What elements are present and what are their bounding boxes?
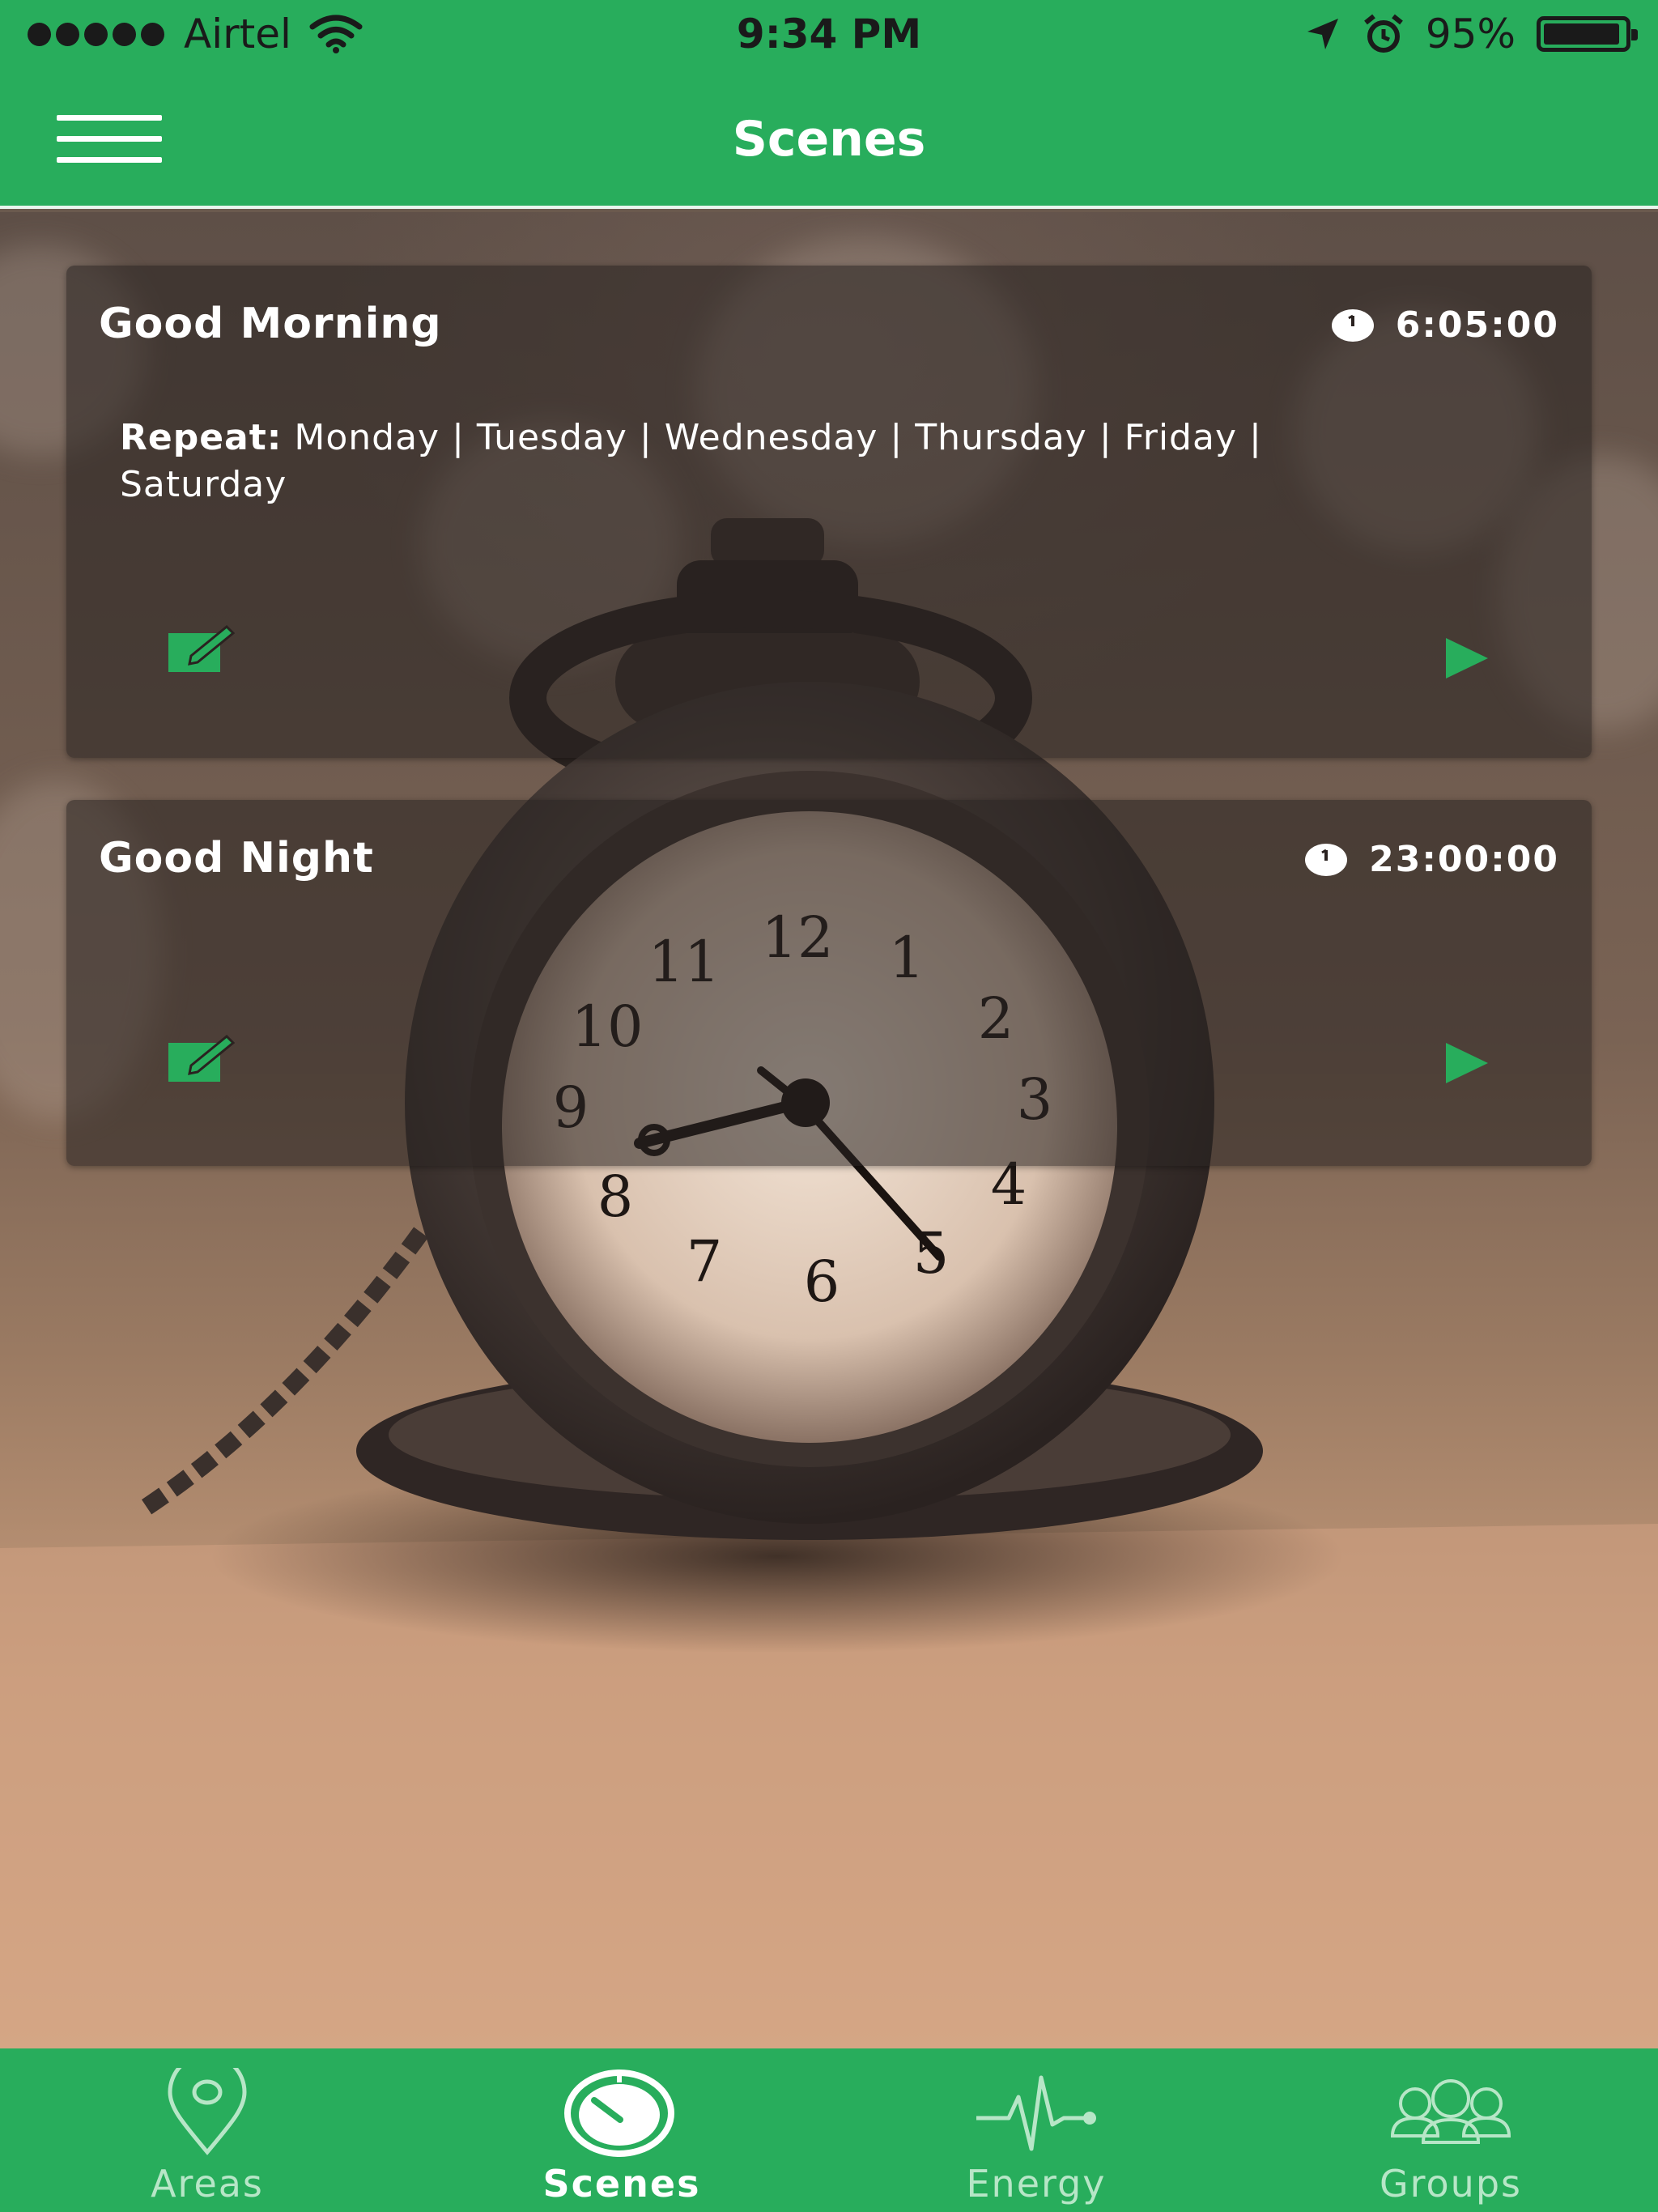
play-icon[interactable] xyxy=(1443,635,1491,682)
battery-icon xyxy=(1537,16,1638,52)
app-header: Scenes xyxy=(0,70,1658,209)
scene-name: Good Night xyxy=(99,834,374,883)
battery-percent: 95% xyxy=(1425,11,1516,57)
scene-time-value: 6:05:00 xyxy=(1395,304,1559,346)
svg-text:7: 7 xyxy=(687,1228,723,1295)
scene-card: Good Morning 6:05:00 Repeat: Monday | Tu… xyxy=(66,266,1592,758)
svg-text:8: 8 xyxy=(597,1163,634,1230)
tab-label: Areas xyxy=(151,2162,264,2206)
repeat-days-line1: Monday | Tuesday | Wednesday | Thursday … xyxy=(294,417,1262,458)
edit-icon[interactable] xyxy=(167,1032,235,1083)
svg-text:6: 6 xyxy=(804,1249,840,1315)
tab-label: Energy xyxy=(966,2162,1107,2206)
scene-time: 6:05:00 xyxy=(1331,304,1559,346)
page-title: Scenes xyxy=(732,111,926,168)
tab-label: Groups xyxy=(1379,2162,1522,2206)
repeat-days-line2: Saturday xyxy=(120,464,287,505)
tab-scenes[interactable]: Scenes xyxy=(414,2048,829,2212)
tab-groups[interactable]: Groups xyxy=(1244,2048,1658,2212)
location-pin-icon xyxy=(168,2068,247,2155)
repeat-label: Repeat: xyxy=(120,417,283,458)
tab-areas[interactable]: Areas xyxy=(0,2048,414,2212)
scene-time: 23:00:00 xyxy=(1304,839,1559,880)
clock-icon xyxy=(1305,843,1348,876)
pulse-icon xyxy=(976,2075,1096,2151)
location-arrow-icon xyxy=(1307,19,1338,49)
scene-card: Good Night 23:00:00 xyxy=(66,800,1592,1166)
timer-icon xyxy=(564,2069,674,2157)
repeat-days: Repeat: Monday | Tuesday | Wednesday | T… xyxy=(120,415,1545,508)
tab-label: Scenes xyxy=(542,2162,701,2206)
scene-time-value: 23:00:00 xyxy=(1369,839,1559,880)
tab-bar: Areas Scenes Energy Groups xyxy=(0,2048,1658,2212)
edit-icon[interactable] xyxy=(167,622,235,674)
play-icon[interactable] xyxy=(1443,1040,1491,1087)
clock-icon xyxy=(1331,308,1374,342)
alarm-icon xyxy=(1363,14,1403,53)
group-icon xyxy=(1390,2079,1511,2144)
status-bar: Airtel 9:34 PM 95% xyxy=(0,0,1658,70)
scene-name: Good Morning xyxy=(99,300,442,348)
tab-energy[interactable]: Energy xyxy=(829,2048,1244,2212)
status-right: 95% xyxy=(1304,10,1638,58)
